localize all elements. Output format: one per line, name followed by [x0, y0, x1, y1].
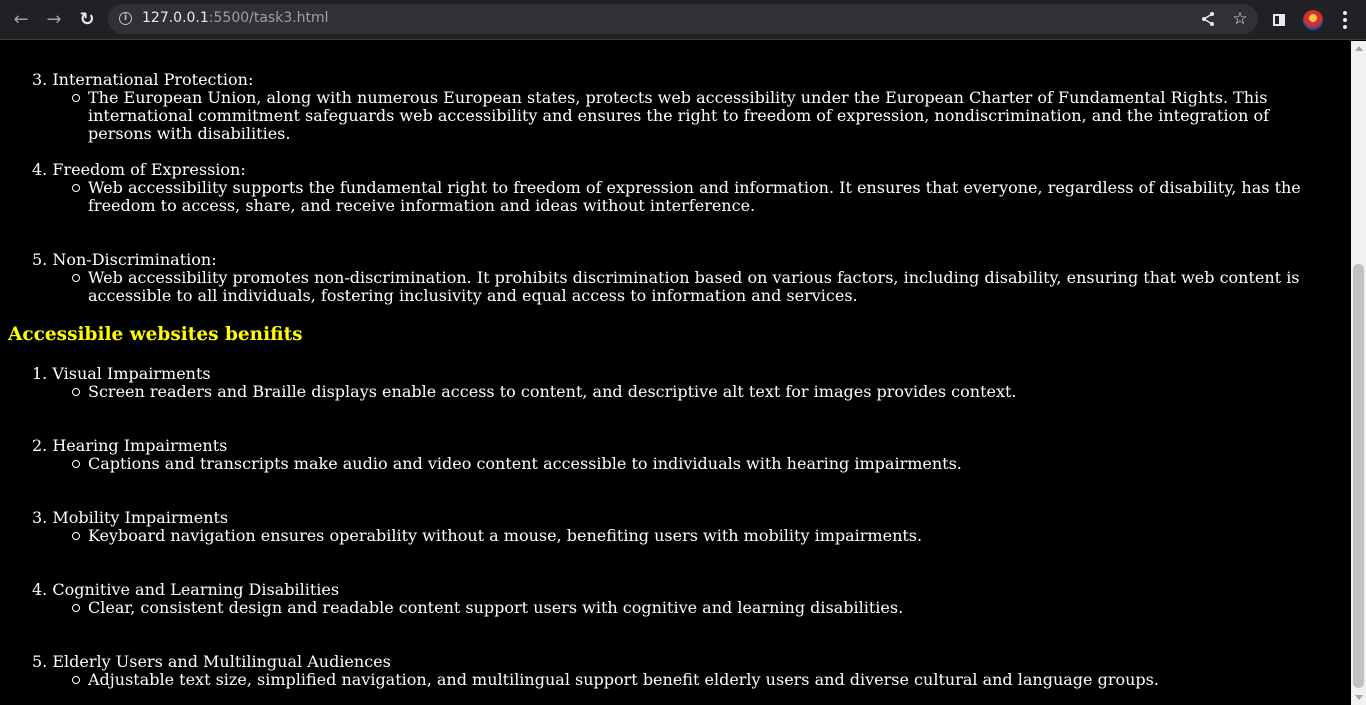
benefit-item-detail: Clear, consistent design and readable co… [88, 598, 904, 617]
menu-button[interactable] [1334, 9, 1356, 31]
scrollbar-thumb[interactable] [1353, 264, 1364, 688]
rights-item-detail: Web accessibility supports the fundament… [88, 178, 1301, 215]
benefit-item-detail: Adjustable text size, simplified navigat… [88, 670, 1159, 689]
benefit-item-detail: Keyboard navigation ensures operability … [88, 526, 923, 545]
scroll-up-arrow-icon[interactable] [1355, 46, 1363, 51]
benefit-item-detail: Captions and transcripts make audio and … [88, 454, 962, 473]
site-info-icon[interactable]: i [119, 12, 132, 25]
address-bar[interactable]: i 127.0.0.1:5500/task3.html ☆ [108, 4, 1258, 34]
url-path: :5500/task3.html [208, 10, 329, 26]
page-content: 3. International Protection: The Europea… [0, 41, 1351, 705]
side-panel-button[interactable] [1268, 9, 1290, 31]
rights-item-label: 4. Freedom of Expression: [32, 160, 246, 179]
forward-button[interactable]: → [41, 8, 67, 30]
rights-item-label: 5. Non-Discrimination: [32, 250, 217, 269]
rights-item-label: 3. International Protection: [32, 70, 254, 89]
bullet-icon [72, 460, 80, 468]
back-button[interactable]: ← [8, 8, 34, 30]
avatar [1303, 10, 1323, 30]
reload-button[interactable]: ↻ [74, 8, 100, 30]
benefit-item-detail: Screen readers and Braille displays enab… [88, 382, 1017, 401]
benefit-item-label: 2. Hearing Impairments [32, 436, 228, 455]
bullet-icon [72, 274, 80, 282]
url-text[interactable]: 127.0.0.1:5500/task3.html [142, 10, 329, 26]
benefits-heading: Accessibile websites benifits [8, 324, 303, 345]
scroll-down-arrow-icon[interactable] [1355, 695, 1363, 700]
browser-toolbar: ← → ↻ i 127.0.0.1:5500/task3.html ☆ [0, 0, 1366, 40]
more-menu-icon [1343, 11, 1347, 29]
bullet-icon [72, 388, 80, 396]
rights-item-detail: Web accessibility promotes non-discrimin… [88, 268, 1300, 305]
forward-arrow-icon: → [46, 8, 62, 30]
reload-icon: ↻ [79, 8, 95, 30]
back-arrow-icon: ← [13, 8, 29, 30]
benefit-item-label: 3. Mobility Impairments [32, 508, 229, 527]
url-host: 127.0.0.1 [142, 10, 209, 26]
benefit-item-label: 4. Cognitive and Learning Disabilities [32, 580, 340, 599]
bullet-icon [72, 532, 80, 540]
profile-button[interactable] [1302, 9, 1324, 31]
bullet-icon [72, 184, 80, 192]
vertical-scrollbar[interactable] [1351, 41, 1366, 705]
benefit-item-label: 5. Elderly Users and Multilingual Audien… [32, 652, 391, 671]
side-panel-icon [1273, 14, 1285, 26]
bullet-icon [72, 94, 80, 102]
bullet-icon [72, 604, 80, 612]
rights-item-detail: The European Union, along with numerous … [88, 88, 1270, 143]
share-glyph-icon [1202, 12, 1214, 26]
bullet-icon [72, 676, 80, 684]
share-icon[interactable] [1198, 9, 1218, 29]
benefit-item-label: 1. Visual Impairments [32, 364, 211, 383]
bookmark-star-icon[interactable]: ☆ [1230, 9, 1250, 29]
